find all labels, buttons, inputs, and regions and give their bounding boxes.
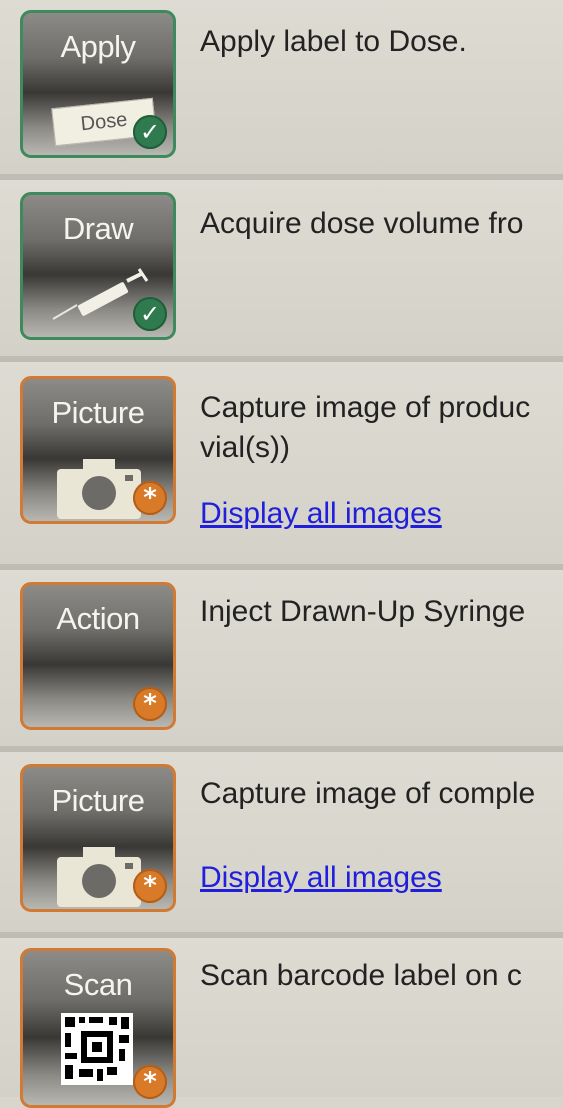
apply-button-label: Apply — [60, 29, 136, 64]
step-row: Draw ✓ Acquire dose volume fro — [0, 180, 563, 356]
camera-icon — [57, 459, 141, 519]
camera-icon — [57, 847, 141, 907]
step-description: Acquire dose volume fro — [200, 207, 524, 240]
picture-button-label: Picture — [51, 783, 145, 818]
step-row: Apply Dose ✓ Apply label to Dose. — [0, 0, 563, 174]
dose-card-text: Dose — [79, 108, 129, 135]
draw-button[interactable]: Draw ✓ — [20, 192, 176, 340]
draw-button-label: Draw — [62, 211, 134, 246]
step-row: Action * Inject Drawn-Up Syringe — [0, 570, 563, 746]
star-icon: * — [133, 1065, 167, 1099]
star-icon: * — [133, 869, 167, 903]
check-icon: ✓ — [133, 297, 167, 331]
barcode-icon — [61, 1013, 133, 1085]
scan-button-label: Scan — [63, 967, 133, 1002]
display-all-images-link[interactable]: Display all images — [200, 496, 442, 532]
star-icon: * — [133, 481, 167, 515]
star-icon: * — [133, 687, 167, 721]
step-row: Scan * Scan barcode label on c — [0, 938, 563, 1108]
step-description: Scan barcode label on c — [200, 959, 522, 992]
action-button-label: Action — [56, 601, 140, 636]
action-button[interactable]: Action * — [20, 582, 176, 730]
display-all-images-link[interactable]: Display all images — [200, 860, 442, 896]
step-description-line1: Capture image of produc — [200, 391, 531, 424]
picture-button[interactable]: Picture * — [20, 376, 176, 524]
step-description: Apply label to Dose. — [200, 25, 467, 58]
step-description: Inject Drawn-Up Syringe — [200, 595, 526, 628]
check-icon: ✓ — [133, 115, 167, 149]
picture-button-label: Picture — [51, 395, 145, 430]
step-row: Picture * Capture image of comple Displa… — [0, 752, 563, 932]
picture-button[interactable]: Picture * — [20, 764, 176, 912]
step-description-line2: vial(s)) — [200, 431, 290, 464]
apply-button[interactable]: Apply Dose ✓ — [20, 10, 176, 158]
scan-button[interactable]: Scan * — [20, 948, 176, 1108]
step-row: Picture * Capture image of produc vial(s… — [0, 362, 563, 564]
step-description: Capture image of comple — [200, 777, 536, 810]
